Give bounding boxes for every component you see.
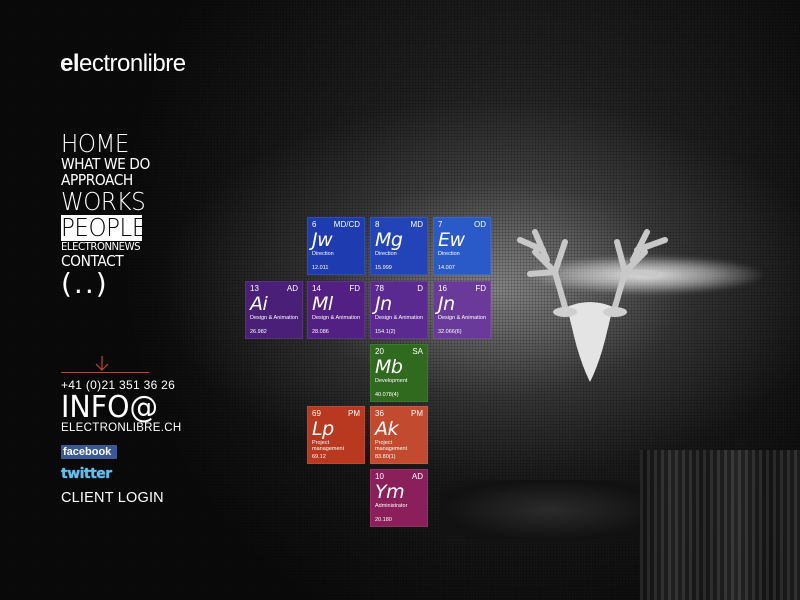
- tile-number: 20: [375, 347, 384, 356]
- tile-role-code: FD: [349, 284, 360, 293]
- facebook-link[interactable]: facebook: [61, 445, 117, 459]
- tile-role: Development: [375, 378, 408, 384]
- info-email-link[interactable]: INFO@: [61, 393, 175, 423]
- tile-number: 7: [438, 220, 443, 229]
- books-silhouette: [440, 480, 660, 540]
- tile-role: Design & Animation: [312, 315, 360, 321]
- tile-symbol: Mb: [375, 356, 403, 378]
- brand-logo[interactable]: electronlibre: [60, 50, 186, 78]
- tile-role: Design & Animation: [438, 315, 486, 321]
- tile-role: Project management: [375, 440, 408, 452]
- person-tile-jn[interactable]: 78 D Jn Design & Animation 154.1(2): [370, 281, 428, 339]
- tile-role-code: AD: [286, 284, 298, 293]
- logo-rest: ectronlibre: [79, 50, 186, 77]
- tile-mass: 15.999: [375, 265, 392, 271]
- person-tile-lp[interactable]: 69 PM Lp Project management 69.12: [307, 406, 365, 464]
- logo-bold: el: [60, 50, 80, 77]
- tile-number: 16: [438, 284, 447, 293]
- tile-role-code: MD: [410, 220, 423, 229]
- tile-mass: 32.066(6): [438, 329, 462, 335]
- tile-role-code: SA: [412, 347, 423, 356]
- tile-role: Design & Animation: [250, 315, 298, 321]
- main-nav: HOME WHAT WE DO APPROACH WORKS PEOPLE ELECTRO…: [61, 131, 161, 304]
- tile-role: Direction: [375, 251, 397, 257]
- person-tile-ml[interactable]: 14 FD Ml Design & Animation 28.086: [307, 281, 365, 339]
- person-tile-jn[interactable]: 16 FD Jn Design & Animation 32.066(6): [433, 281, 491, 339]
- tile-role-code: FD: [475, 284, 486, 293]
- tile-mass: 26.982: [250, 329, 267, 335]
- person-tile-mg[interactable]: 8 MD Mg Direction 15.999: [370, 217, 428, 275]
- person-tile-mb[interactable]: 20 SA Mb Development 40.078(4): [370, 344, 428, 402]
- person-tile-ai[interactable]: 13 AD Ai Design & Animation 26.982: [245, 281, 303, 339]
- nav-item-more[interactable]: (..): [61, 270, 161, 304]
- tile-number: 14: [312, 284, 321, 293]
- tile-symbol: Ai: [250, 293, 268, 315]
- nav-item-people[interactable]: PEOPLE: [61, 215, 146, 241]
- tile-role-code: OD: [474, 220, 486, 229]
- tile-role-code: MD/CD: [333, 220, 360, 229]
- tile-role: Administrator: [375, 503, 408, 509]
- person-tile-ew[interactable]: 7 OD Ew Direction 14.007: [433, 217, 491, 275]
- tile-role-code: AD: [411, 472, 423, 481]
- nav-item-works[interactable]: WORKS: [61, 189, 153, 215]
- tile-number: 69: [312, 409, 321, 418]
- twitter-link[interactable]: twitter: [61, 466, 112, 482]
- tile-symbol: Ew: [438, 229, 465, 251]
- tile-role: Project management: [312, 440, 345, 452]
- tile-mass: 14.007: [438, 265, 455, 271]
- tile-number: 10: [375, 472, 384, 481]
- tile-role-code: PM: [411, 409, 423, 418]
- tile-number: 6: [312, 220, 317, 229]
- tile-number: 8: [375, 220, 380, 229]
- tile-mass: 154.1(2): [375, 329, 396, 335]
- tile-mass: 20.180: [375, 517, 392, 523]
- tile-role-code: D: [417, 284, 423, 293]
- tile-role-code: PM: [348, 409, 360, 418]
- tile-mass: 40.078(4): [375, 392, 399, 398]
- person-tile-jw[interactable]: 6 MD/CD Jw Direction 12.011: [307, 217, 365, 275]
- tile-mass: 28.086: [312, 329, 329, 335]
- person-tile-ym[interactable]: 10 AD Ym Administrator 20.180: [370, 469, 428, 527]
- tile-symbol: Jn: [438, 293, 455, 315]
- tile-number: 13: [250, 284, 259, 293]
- tile-number: 78: [375, 284, 384, 293]
- nav-item-contact[interactable]: CONTACT: [61, 254, 153, 270]
- tile-symbol: Lp: [312, 418, 334, 440]
- tile-symbol: Ym: [375, 481, 405, 503]
- tile-role: Direction: [438, 251, 460, 257]
- tile-role: Direction: [312, 251, 334, 257]
- tile-symbol: Jw: [312, 229, 333, 251]
- divider-line: [61, 372, 149, 373]
- bookshelf: [640, 450, 800, 600]
- tile-symbol: Jn: [375, 293, 392, 315]
- client-login-link[interactable]: CLIENT LOGIN: [61, 490, 164, 506]
- contact-block: +41 (0)21 351 36 26 INFO@ ELECTRONLIBRE.…: [61, 378, 181, 434]
- nav-item-home[interactable]: HOME: [61, 131, 153, 157]
- arrow-down-icon: [95, 356, 109, 371]
- tile-mass: 69.12: [312, 454, 326, 460]
- tile-symbol: Mg: [375, 229, 403, 251]
- tile-symbol: Ak: [375, 418, 399, 440]
- person-tile-ak[interactable]: 36 PM Ak Project management 83.80(1): [370, 406, 428, 464]
- tile-mass: 83.80(1): [375, 454, 396, 460]
- tile-number: 36: [375, 409, 384, 418]
- tile-role: Design & Animation: [375, 315, 423, 321]
- deer-head-icon: [517, 229, 668, 382]
- tile-mass: 12.011: [312, 265, 329, 271]
- tile-symbol: Ml: [312, 293, 333, 315]
